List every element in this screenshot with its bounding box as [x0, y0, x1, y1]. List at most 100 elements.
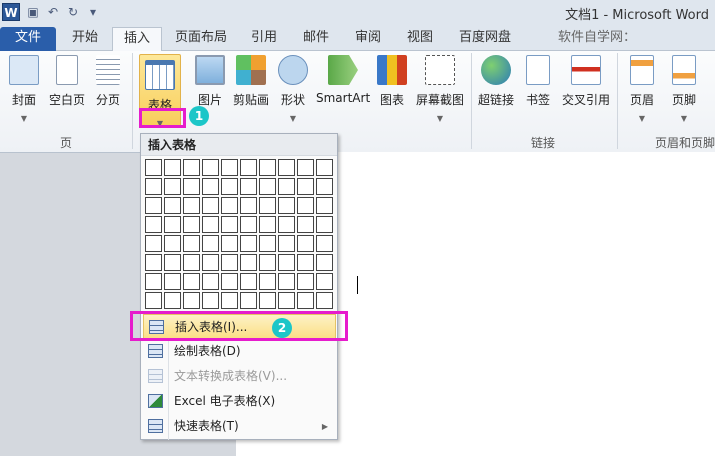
table-grid-cell[interactable]: [183, 254, 200, 271]
page-break-button[interactable]: 分页: [92, 55, 124, 108]
table-grid-cell[interactable]: [278, 235, 295, 252]
table-grid-cell[interactable]: [316, 235, 333, 252]
menu-item-quick-tables[interactable]: 快速表格(T) ▶: [143, 414, 336, 439]
table-grid-cell[interactable]: [259, 273, 276, 290]
table-grid-cell[interactable]: [164, 254, 181, 271]
table-grid-cell[interactable]: [183, 159, 200, 176]
table-grid-cell[interactable]: [316, 159, 333, 176]
table-grid-cell[interactable]: [240, 178, 257, 195]
table-grid-cell[interactable]: [259, 235, 276, 252]
smartart-button[interactable]: SmartArt: [316, 55, 370, 105]
table-grid-cell[interactable]: [183, 235, 200, 252]
header-button[interactable]: 页眉 ▼: [626, 55, 658, 123]
table-grid-cell[interactable]: [202, 178, 219, 195]
table-grid-cell[interactable]: [221, 254, 238, 271]
table-grid-cell[interactable]: [145, 292, 162, 309]
table-grid-cell[interactable]: [221, 178, 238, 195]
table-grid-cell[interactable]: [278, 178, 295, 195]
table-grid-cell[interactable]: [183, 292, 200, 309]
table-grid-cell[interactable]: [297, 235, 314, 252]
table-grid-cell[interactable]: [164, 197, 181, 214]
table-grid-cell[interactable]: [316, 273, 333, 290]
redo-icon[interactable]: ↻: [66, 5, 80, 19]
table-grid-cell[interactable]: [297, 216, 314, 233]
table-grid-cell[interactable]: [259, 197, 276, 214]
table-grid-cell[interactable]: [278, 197, 295, 214]
table-grid-cell[interactable]: [259, 254, 276, 271]
table-grid-cell[interactable]: [297, 273, 314, 290]
table-grid-cell[interactable]: [240, 292, 257, 309]
table-grid-cell[interactable]: [145, 273, 162, 290]
footer-button[interactable]: 页脚 ▼: [668, 55, 700, 123]
cross-reference-button[interactable]: 交叉引用: [560, 55, 612, 108]
table-grid-cell[interactable]: [145, 159, 162, 176]
table-grid-cell[interactable]: [297, 292, 314, 309]
save-icon[interactable]: ▣: [26, 5, 40, 19]
clip-art-button[interactable]: 剪贴画: [231, 55, 271, 108]
customize-icon[interactable]: ▾: [86, 5, 100, 19]
table-grid-cell[interactable]: [316, 216, 333, 233]
table-grid-cell[interactable]: [202, 273, 219, 290]
table-grid-cell[interactable]: [221, 273, 238, 290]
table-grid-cell[interactable]: [183, 216, 200, 233]
table-grid-cell[interactable]: [202, 254, 219, 271]
table-grid-cell[interactable]: [240, 254, 257, 271]
table-grid-cell[interactable]: [240, 197, 257, 214]
table-grid-cell[interactable]: [202, 159, 219, 176]
table-grid-cell[interactable]: [259, 292, 276, 309]
tab-file[interactable]: 文件: [0, 27, 56, 51]
table-grid-cell[interactable]: [240, 159, 257, 176]
table-grid-cell[interactable]: [164, 178, 181, 195]
table-grid-cell[interactable]: [278, 273, 295, 290]
menu-item-draw-table[interactable]: 绘制表格(D): [143, 339, 336, 364]
table-grid-cell[interactable]: [278, 254, 295, 271]
table-grid-cell[interactable]: [297, 197, 314, 214]
table-grid-cell[interactable]: [316, 197, 333, 214]
shapes-button[interactable]: 形状 ▼: [277, 55, 309, 123]
table-grid-cell[interactable]: [259, 159, 276, 176]
table-size-grid[interactable]: [145, 159, 333, 309]
tab-references[interactable]: 引用: [242, 27, 286, 51]
table-grid-cell[interactable]: [278, 216, 295, 233]
table-grid-cell[interactable]: [164, 235, 181, 252]
table-grid-cell[interactable]: [145, 178, 162, 195]
tab-home[interactable]: 开始: [60, 27, 110, 51]
table-grid-cell[interactable]: [164, 159, 181, 176]
table-grid-cell[interactable]: [145, 197, 162, 214]
table-grid-cell[interactable]: [202, 216, 219, 233]
cover-page-button[interactable]: 封面 ▼: [6, 55, 42, 123]
tab-view[interactable]: 视图: [398, 27, 442, 51]
table-grid-cell[interactable]: [183, 197, 200, 214]
table-grid-cell[interactable]: [259, 178, 276, 195]
hyperlink-button[interactable]: 超链接: [476, 55, 516, 108]
table-grid-cell[interactable]: [164, 292, 181, 309]
table-grid-cell[interactable]: [316, 178, 333, 195]
bookmark-button[interactable]: 书签: [523, 55, 553, 108]
table-grid-cell[interactable]: [278, 292, 295, 309]
table-grid-cell[interactable]: [297, 159, 314, 176]
table-grid-cell[interactable]: [221, 159, 238, 176]
tab-insert[interactable]: 插入: [112, 27, 162, 52]
screenshot-button[interactable]: 屏幕截图 ▼: [413, 55, 467, 123]
table-grid-cell[interactable]: [221, 197, 238, 214]
table-grid-cell[interactable]: [240, 273, 257, 290]
table-grid-cell[interactable]: [221, 216, 238, 233]
table-grid-cell[interactable]: [145, 254, 162, 271]
blank-page-button[interactable]: 空白页: [46, 55, 88, 108]
table-grid-cell[interactable]: [297, 178, 314, 195]
table-grid-cell[interactable]: [145, 216, 162, 233]
tab-review[interactable]: 审阅: [346, 27, 390, 51]
table-grid-cell[interactable]: [202, 235, 219, 252]
table-grid-cell[interactable]: [202, 292, 219, 309]
tab-page-layout[interactable]: 页面布局: [168, 27, 234, 51]
table-grid-cell[interactable]: [145, 235, 162, 252]
table-grid-cell[interactable]: [278, 159, 295, 176]
menu-item-excel-spreadsheet[interactable]: Excel 电子表格(X): [143, 389, 336, 414]
chart-button[interactable]: 图表: [376, 55, 408, 108]
table-grid-cell[interactable]: [183, 273, 200, 290]
table-grid-cell[interactable]: [316, 254, 333, 271]
table-grid-cell[interactable]: [221, 235, 238, 252]
table-grid-cell[interactable]: [164, 216, 181, 233]
table-grid-cell[interactable]: [202, 197, 219, 214]
tab-mailings[interactable]: 邮件: [294, 27, 338, 51]
